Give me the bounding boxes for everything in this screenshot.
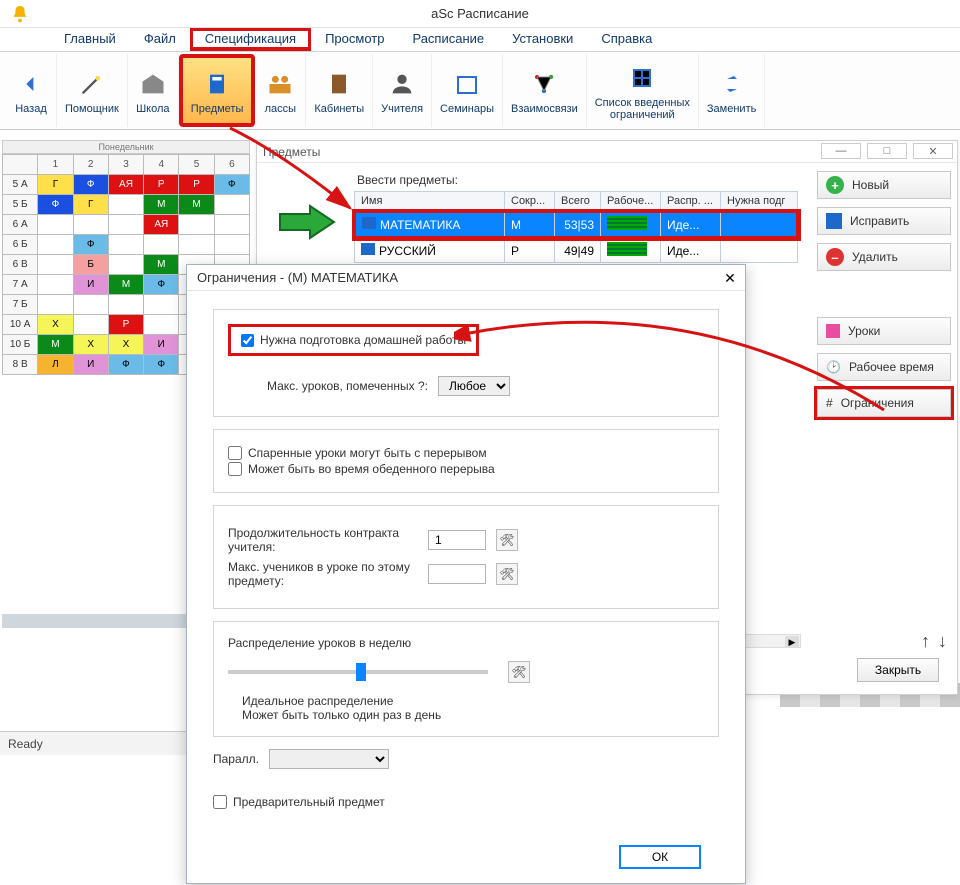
tab-settings[interactable]: Установки	[498, 28, 587, 51]
ribbon-subjects[interactable]: Предметы	[179, 54, 256, 127]
subjects-close-button[interactable]: Закрыть	[857, 658, 939, 682]
dialog-close-button[interactable]: ✕	[721, 269, 739, 287]
homework-checkbox-row[interactable]: Нужна подготовка домашней работы	[228, 324, 479, 356]
ribbon-rooms[interactable]: Кабинеты	[306, 54, 373, 127]
lessons-button[interactable]: Уроки	[817, 317, 951, 345]
constraints-title: Ограничения - (М) МАТЕМАТИКА	[187, 265, 745, 291]
close-button[interactable]: ✕	[913, 143, 953, 159]
subjects-table: Имя Сокр... Всего Рабоче... Распр. ... Н…	[353, 191, 799, 263]
delete-button[interactable]: –Удалить	[817, 243, 951, 271]
contract-input[interactable]	[428, 530, 486, 550]
ribbon-back[interactable]: Назад	[6, 54, 57, 127]
ok-button[interactable]: ОК	[619, 845, 701, 869]
calendar-icon	[450, 67, 484, 101]
swap-icon	[715, 67, 749, 101]
hash-icon: #	[826, 396, 833, 410]
enter-subjects-label: Ввести предметы:	[267, 173, 801, 187]
tool-icon[interactable]: 🛠	[496, 563, 518, 585]
distribution-header: Распределение уроков в неделю	[228, 636, 704, 650]
ribbon-teachers[interactable]: Учителя	[373, 54, 432, 127]
parallel-label: Паралл.	[213, 752, 259, 766]
door-icon	[322, 67, 356, 101]
ribbon-helper[interactable]: Помощник	[57, 54, 128, 127]
ribbon-classes[interactable]: лассы	[255, 54, 306, 127]
teacher-icon	[385, 67, 419, 101]
grid-icon	[625, 61, 659, 95]
distr-note: Идеальное распределение	[242, 694, 704, 708]
move-up-button[interactable]: ↑	[921, 631, 930, 652]
wand-icon	[75, 67, 109, 101]
subject-row[interactable]: РУССКИЙ Р 49|49 Иде...	[355, 238, 798, 263]
tab-timetable[interactable]: Расписание	[398, 28, 498, 51]
minimize-button[interactable]: —	[821, 143, 861, 159]
tab-help[interactable]: Справка	[587, 28, 666, 51]
new-button[interactable]: +Новый	[817, 171, 951, 199]
homework-checkbox[interactable]	[241, 334, 254, 347]
school-icon	[136, 67, 170, 101]
titlebar: aSc Расписание	[0, 0, 960, 28]
max-pupils-input[interactable]	[428, 564, 486, 584]
status-ready: Ready	[8, 737, 43, 751]
day-header: Понедельник	[2, 140, 250, 154]
tab-specification[interactable]: Спецификация	[190, 28, 311, 51]
ribbon-school[interactable]: Школа	[128, 54, 179, 127]
edit-button[interactable]: Исправить	[817, 207, 951, 235]
lunch-checkbox-row[interactable]: Может быть во время обеденного перерыва	[228, 462, 704, 476]
ribbon-relations[interactable]: Взаимосвязи	[503, 54, 587, 127]
max-question-select[interactable]: Любое	[438, 376, 510, 396]
graph-icon	[527, 67, 561, 101]
ribbon-replace[interactable]: Заменить	[699, 54, 765, 127]
paired-checkbox-row[interactable]: Спаренные уроки могут быть с перерывом	[228, 446, 704, 460]
menubar: Главный Файл Спецификация Просмотр Распи…	[0, 28, 960, 52]
tab-file[interactable]: Файл	[130, 28, 190, 51]
back-icon	[14, 67, 48, 101]
ribbon-constraints-list[interactable]: Список введенных ограничений	[587, 54, 699, 127]
max-question-label: Макс. уроков, помеченных ?:	[228, 379, 428, 393]
clock-icon: 🕑	[826, 360, 841, 374]
tab-main[interactable]: Главный	[50, 28, 130, 51]
people-icon	[263, 67, 297, 101]
tool-icon[interactable]: 🛠	[508, 661, 530, 683]
parallel-select[interactable]	[269, 749, 389, 769]
tool-icon[interactable]: 🛠	[496, 529, 518, 551]
prelim-checkbox-row[interactable]: Предварительный предмет	[213, 795, 719, 809]
distr-note: Может быть только один раз в день	[242, 708, 704, 722]
tab-view[interactable]: Просмотр	[311, 28, 398, 51]
maximize-button[interactable]: □	[867, 143, 907, 159]
ribbon: Назад Помощник Школа Предметы лассы Каби…	[0, 52, 960, 130]
app-title: aSc Расписание	[431, 6, 529, 21]
book-icon	[200, 67, 234, 101]
distribution-slider[interactable]	[228, 670, 488, 674]
ribbon-seminars[interactable]: Семинары	[432, 54, 503, 127]
bell-icon	[8, 3, 32, 27]
subject-row-selected[interactable]: МАТЕМАТИКА М 53|53 Иде...	[355, 212, 798, 238]
constraints-button[interactable]: #Ограничения	[817, 389, 951, 417]
move-down-button[interactable]: ↓	[938, 631, 947, 652]
green-arrow-icon	[278, 204, 338, 240]
constraints-dialog: Ограничения - (М) МАТЕМАТИКА ✕ Нужна под…	[186, 264, 746, 884]
worktime-button[interactable]: 🕑Рабочее время	[817, 353, 951, 381]
